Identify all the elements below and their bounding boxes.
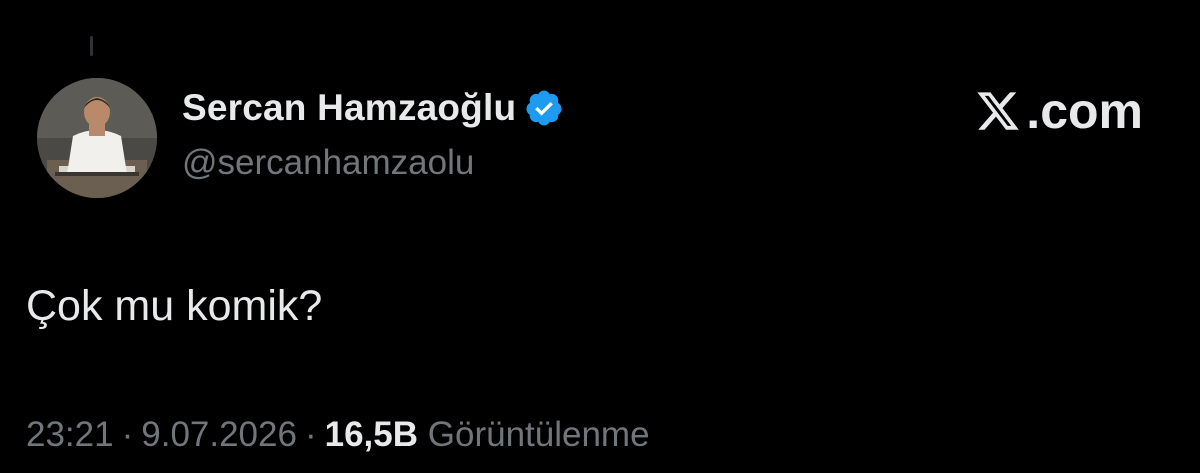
tweet-time[interactable]: 23:21: [26, 415, 114, 454]
views-count[interactable]: 16,5B: [325, 415, 418, 454]
logo-domain-text: .com: [1026, 83, 1143, 139]
tweet-metadata: 23:21 · 9.07.2026 · 16,5B Görüntülenme: [26, 415, 650, 455]
verified-badge-icon: [526, 90, 562, 126]
x-com-logo: .com: [974, 82, 1143, 140]
avatar[interactable]: [37, 78, 157, 198]
author-display-name[interactable]: Sercan Hamzaoğlu: [182, 87, 516, 129]
tweet-date[interactable]: 9.07.2026: [141, 415, 297, 454]
meta-separator: ·: [121, 415, 134, 454]
tweet-text: Çok mu komik?: [26, 282, 323, 330]
views-label: Görüntülenme: [427, 415, 650, 454]
author-name-row: Sercan Hamzaoğlu: [182, 84, 564, 132]
profile-photo-icon: [37, 78, 157, 198]
x-logo-icon: [977, 92, 1020, 130]
meta-separator: ·: [304, 415, 317, 454]
thread-connector-line: [90, 36, 93, 56]
author-handle[interactable]: @sercanhamzaolu: [182, 143, 474, 183]
